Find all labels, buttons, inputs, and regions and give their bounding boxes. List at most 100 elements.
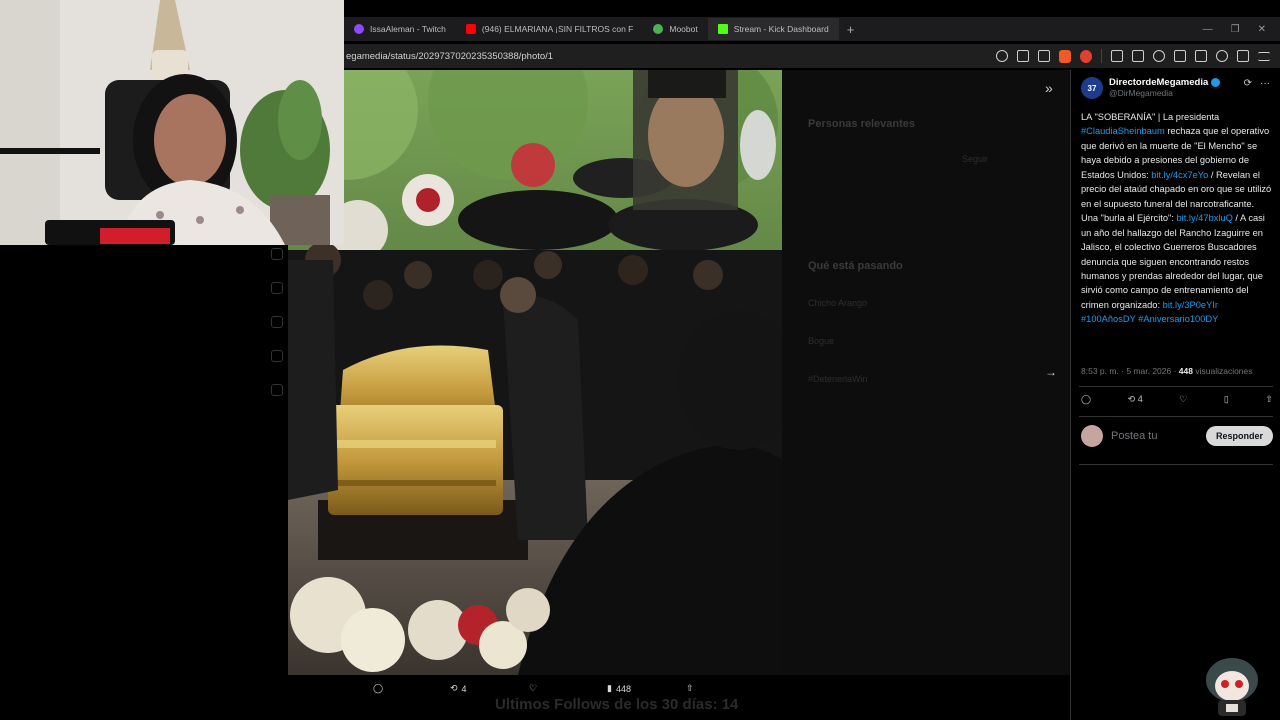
share-icon: ⇧: [686, 683, 694, 693]
views-count: 448: [615, 683, 631, 694]
minimize-button[interactable]: —: [1203, 24, 1213, 35]
views-action[interactable]: ▮ 448: [607, 683, 631, 694]
grok-icon[interactable]: ⟳: [1244, 78, 1252, 89]
post-meta: 8:53 p. m. · 5 mar. 2026 · 448 visualiza…: [1081, 366, 1253, 376]
next-photo-arrow-icon[interactable]: →: [1045, 365, 1057, 379]
ghost-heading: Personas relevantes: [808, 118, 916, 130]
retweet-count: 4: [1137, 394, 1143, 404]
retweet-button[interactable]: ⟲ 4: [1128, 394, 1143, 405]
sidebar-icon[interactable]: [1174, 50, 1186, 62]
stream-follows-overlay: Ultimos Follows de los 30 días: 14: [495, 696, 739, 713]
funeral-photo-illustration: [288, 70, 782, 675]
music-icon[interactable]: [1153, 50, 1165, 62]
ghost-trend: Bogue: [808, 336, 835, 346]
verified-badge-icon: [1211, 78, 1221, 87]
wallet-icon[interactable]: [1132, 50, 1144, 62]
share-icon[interactable]: [1038, 50, 1050, 62]
reply-composer: Postea tu Responder: [1081, 425, 1273, 447]
heart-icon: ♡: [529, 683, 538, 693]
retweet-count: 4: [461, 683, 467, 694]
views-label: visualizaciones: [1192, 366, 1253, 376]
user-avatar: [1081, 425, 1103, 447]
address-tools: [996, 49, 1280, 63]
tab-label: IssaAleman - Twitch: [370, 24, 446, 34]
post-photo: [288, 70, 782, 675]
brave-shield-icon[interactable]: [1059, 49, 1071, 63]
post-link[interactable]: #Aniversario100DY: [1138, 314, 1218, 324]
address-bar[interactable]: egamedia/status/2029737020235350388/phot…: [344, 44, 1280, 68]
stream-mascot-overlay: [1206, 658, 1258, 716]
ghost-nav-icon: [271, 282, 283, 294]
window-controls: — ❐ ✕: [1203, 24, 1280, 35]
like-action[interactable]: ♡: [529, 683, 537, 694]
left-background: [0, 245, 288, 720]
screen: IssaAleman - Twitch (946) ELMARIANA ¡SIN…: [0, 0, 1280, 720]
tabs-icon[interactable]: [1195, 50, 1207, 62]
post-link[interactable]: bit.ly/4cx7eYo: [1151, 170, 1208, 180]
author-name[interactable]: DirectordeMegamedia: [1109, 77, 1208, 88]
post-actions: ◯ ⟲ 4 ♡ ▯ ⇧: [1081, 394, 1273, 405]
author-handle[interactable]: @DirMegamedia: [1109, 88, 1220, 98]
reply-icon[interactable]: ◯: [1081, 394, 1091, 405]
ghost-nav-icon: [271, 316, 283, 328]
post-timestamp[interactable]: 8:53 p. m. · 5 mar. 2026 ·: [1081, 366, 1179, 376]
post-link[interactable]: bit.ly/3P0eYIr: [1163, 300, 1218, 310]
post-header-icons: ⟳ ···: [1244, 78, 1270, 89]
author-avatar[interactable]: 37: [1081, 77, 1103, 99]
ghost-nav-icon: [271, 248, 283, 260]
webcam-feed-illustration: [0, 0, 344, 245]
twitch-icon: [354, 24, 364, 34]
browser-tab-bar: IssaAleman - Twitch (946) ELMARIANA ¡SIN…: [344, 17, 1280, 41]
post-link[interactable]: #ClaudiaSheinbaum: [1081, 126, 1165, 136]
moobot-icon: [653, 24, 664, 34]
ghost-heading: Qué está pasando: [808, 260, 903, 272]
divider: [1079, 386, 1273, 387]
dimmed-right-column: Personas relevantes Seguir Qué está pasa…: [782, 70, 1070, 675]
webcam-overlay: [0, 0, 344, 245]
reply-submit-button[interactable]: Responder: [1205, 426, 1273, 446]
url-text: egamedia/status/2029737020235350388/phot…: [346, 50, 554, 62]
cast-icon[interactable]: [1017, 50, 1029, 62]
post-text-segment: / A casi un año del hallazgo del Rancho …: [1081, 213, 1265, 310]
retweet-action[interactable]: ⟲ 4: [450, 683, 467, 694]
views-number: 448: [1178, 366, 1193, 376]
leo-icon[interactable]: [1216, 50, 1228, 62]
youtube-icon: [465, 24, 476, 34]
reply-icon: ◯: [373, 683, 384, 693]
browser-tab[interactable]: IssaAleman - Twitch: [344, 18, 456, 40]
close-button[interactable]: ✕: [1258, 24, 1266, 35]
browser-tab[interactable]: (946) ELMARIANA ¡SIN FILTROS con F: [456, 18, 643, 40]
menu-icon[interactable]: [1258, 51, 1270, 61]
share-action[interactable]: ⇧: [686, 683, 694, 694]
share-icon[interactable]: ⇧: [1265, 394, 1273, 405]
post-author[interactable]: 37 DirectordeMegamedia @DirMegamedia: [1081, 77, 1221, 99]
divider: [1079, 416, 1273, 417]
browser-tab[interactable]: Moobot: [643, 18, 707, 40]
post-text-segment: LA "SOBERANÍA" | La presidenta: [1081, 112, 1220, 122]
views-icon: ▮: [607, 683, 612, 693]
vpn-icon[interactable]: [1237, 50, 1249, 62]
tab-label: Stream - Kick Dashboard: [733, 24, 829, 34]
bookmark-icon[interactable]: ▯: [1224, 394, 1229, 405]
post-text: LA "SOBERANÍA" | La presidenta #ClaudiaS…: [1081, 110, 1273, 327]
toolbar-divider: [1101, 49, 1102, 63]
ghost-follow: Seguir: [962, 154, 989, 164]
like-icon[interactable]: ♡: [1179, 394, 1187, 405]
tab-label: Moobot: [669, 24, 698, 34]
ghost-trend: Chicho Arango: [808, 298, 868, 308]
extensions-icon[interactable]: [1111, 50, 1123, 62]
brave-rewards-icon[interactable]: [1080, 49, 1092, 63]
tab-label: (946) ELMARIANA ¡SIN FILTROS con F: [481, 24, 634, 34]
new-tab-button[interactable]: +: [839, 22, 863, 37]
more-options-icon[interactable]: ···: [1260, 78, 1270, 89]
post-link[interactable]: bit.ly/47bxluQ: [1176, 213, 1232, 223]
collapse-panel-icon[interactable]: »: [1045, 80, 1053, 96]
ghost-nav-icon: [271, 384, 283, 396]
reply-action[interactable]: ◯: [373, 683, 383, 694]
post-link[interactable]: #100AñosDY: [1081, 314, 1136, 324]
reply-input[interactable]: Postea tu: [1111, 430, 1198, 442]
zoom-icon[interactable]: [996, 50, 1008, 62]
sidebar-ghost-icons: [268, 248, 288, 688]
maximize-button[interactable]: ❐: [1231, 24, 1240, 35]
browser-tab-active[interactable]: Stream - Kick Dashboard: [707, 18, 839, 40]
